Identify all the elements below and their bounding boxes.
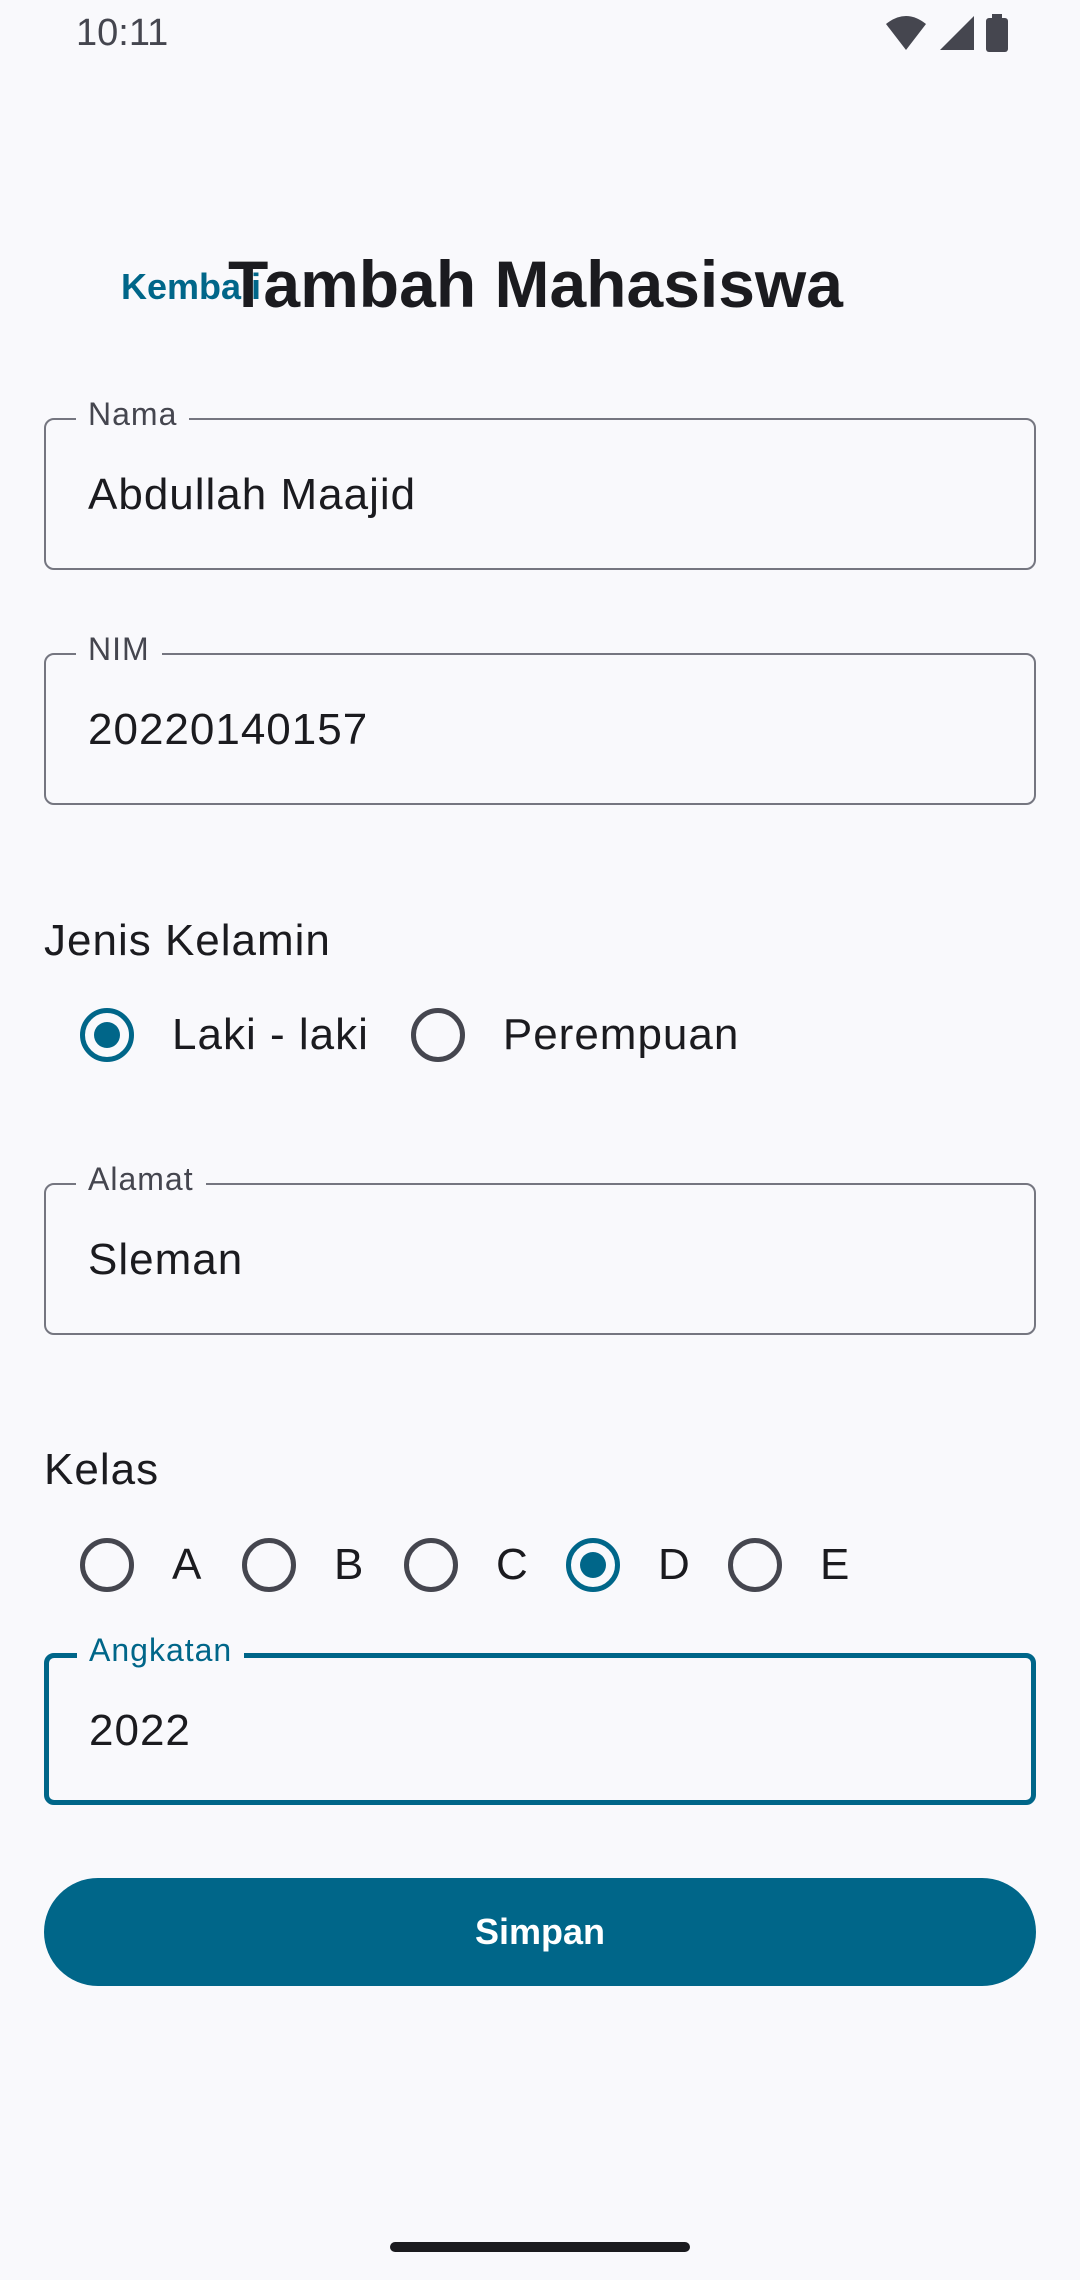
angkatan-label: Angkatan (77, 1632, 245, 1669)
gender-radio-group: Laki - laki Perempuan (80, 1008, 739, 1062)
status-icons (884, 14, 1008, 52)
kelas-option-c-label: C (496, 1540, 529, 1589)
battery-icon (986, 14, 1008, 52)
status-bar: 10:11 (0, 0, 1080, 72)
alamat-field[interactable]: Alamat Sleman (44, 1161, 1036, 1335)
nama-value: Abdullah Maajid (88, 470, 417, 519)
kelas-radio-c[interactable] (404, 1538, 458, 1592)
kelas-radio-e[interactable] (728, 1538, 782, 1592)
gender-radio-male[interactable] (80, 1008, 134, 1062)
angkatan-value: 2022 (89, 1706, 191, 1755)
nim-label: NIM (76, 631, 162, 668)
screen: 10:11 Kembali Tambah Mahasiswa Nama Abdu… (0, 0, 1080, 2280)
gender-label: Jenis Kelamin (44, 916, 331, 965)
nama-field[interactable]: Nama Abdullah Maajid (44, 396, 1036, 570)
kelas-option-e-label: E (820, 1540, 851, 1589)
kelas-option-d-label: D (658, 1540, 691, 1589)
kelas-option-a-label: A (172, 1540, 203, 1589)
gender-radio-female[interactable] (410, 1008, 465, 1062)
page-title: Tambah Mahasiswa (228, 247, 843, 321)
signal-icon (940, 16, 974, 50)
status-time: 10:11 (76, 12, 169, 54)
nama-label: Nama (76, 396, 190, 433)
kelas-option-b-label: B (334, 1540, 365, 1589)
kelas-radio-group: A B C D E (80, 1538, 864, 1592)
kelas-label: Kelas (44, 1445, 160, 1494)
alamat-value: Sleman (88, 1235, 244, 1284)
alamat-label: Alamat (76, 1161, 206, 1198)
save-button[interactable]: Simpan (44, 1878, 1036, 1986)
kelas-radio-a[interactable] (80, 1538, 134, 1592)
kelas-radio-d[interactable] (566, 1538, 620, 1592)
angkatan-field[interactable]: Angkatan 2022 (44, 1632, 1036, 1805)
nim-field[interactable]: NIM 20220140157 (44, 631, 1036, 805)
header: Kembali Tambah Mahasiswa (0, 240, 1080, 340)
home-indicator[interactable] (390, 2242, 690, 2252)
kelas-radio-b[interactable] (242, 1538, 296, 1592)
nim-value: 20220140157 (88, 705, 369, 754)
gender-option-female-label: Perempuan (502, 1010, 740, 1059)
wifi-icon (886, 16, 926, 50)
gender-option-male-label: Laki - laki (172, 1010, 369, 1059)
